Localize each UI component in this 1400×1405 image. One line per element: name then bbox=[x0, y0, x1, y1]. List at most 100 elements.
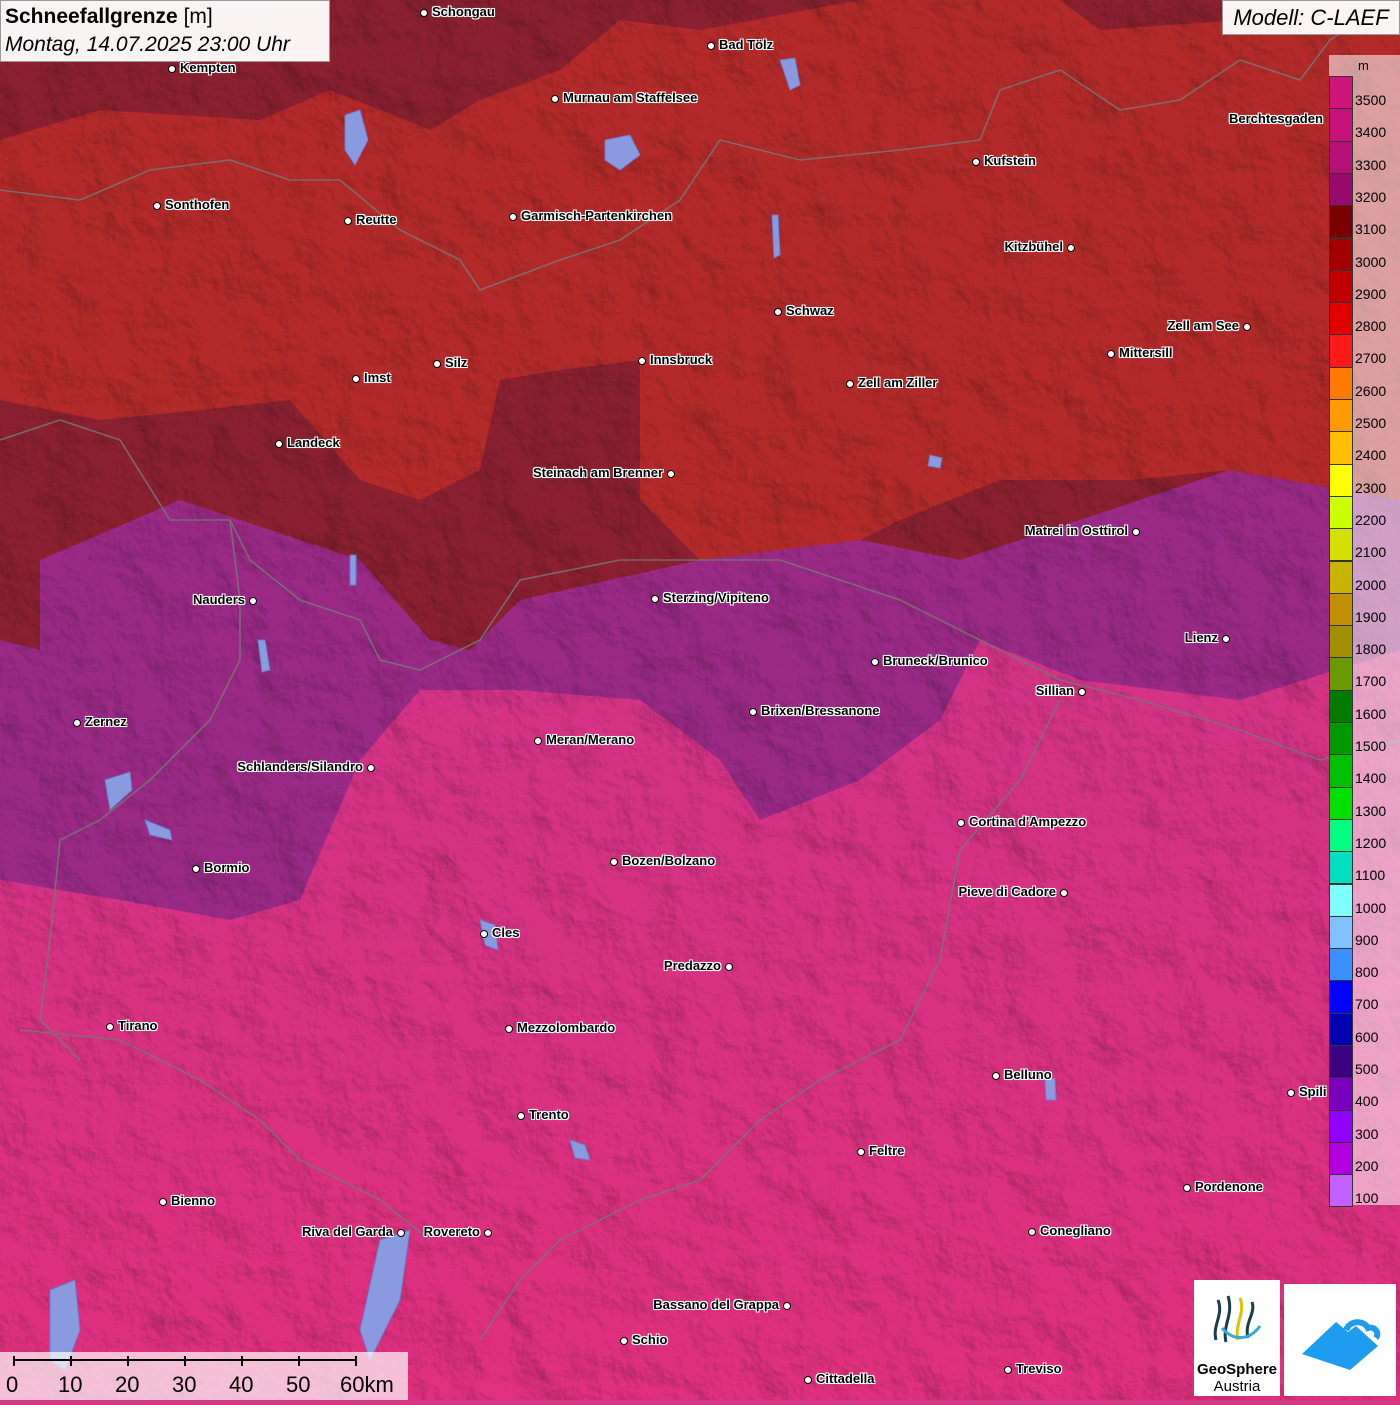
city-label-pordenone: Pordenone bbox=[1195, 1179, 1263, 1194]
legend-swatch-2800 bbox=[1329, 302, 1353, 336]
city-marker-trento bbox=[517, 1112, 525, 1120]
city-label-treviso: Treviso bbox=[1016, 1361, 1062, 1376]
geosphere-emblem-icon bbox=[1213, 1295, 1262, 1343]
city-label-landeck: Landeck bbox=[287, 435, 340, 450]
city-marker-murnau-am-staffelsee bbox=[551, 95, 559, 103]
city-label-meran-merano: Meran/Merano bbox=[546, 732, 635, 747]
city-marker-pordenone bbox=[1183, 1184, 1191, 1192]
legend-label-2000: 2000 bbox=[1355, 576, 1387, 593]
legend-label-1300: 1300 bbox=[1355, 802, 1387, 819]
city-marker-kitzb-hel bbox=[1067, 244, 1075, 252]
model-label: Modell: C-LAEF bbox=[1222, 0, 1400, 35]
legend-swatch-800 bbox=[1329, 948, 1353, 982]
city-label-zell-am-see: Zell am See bbox=[1167, 318, 1239, 333]
legend-swatch-2100 bbox=[1329, 528, 1353, 562]
legend-swatch-2500 bbox=[1329, 399, 1353, 433]
city-marker-zernez bbox=[73, 719, 81, 727]
city-marker-steinach-am-brenner bbox=[667, 470, 675, 478]
city-marker-riva-del-garda bbox=[397, 1229, 405, 1237]
legend-label-900: 900 bbox=[1355, 931, 1379, 948]
city-label-cles: Cles bbox=[492, 925, 520, 940]
city-label-kufstein: Kufstein bbox=[984, 153, 1036, 168]
legend-swatch-3000 bbox=[1329, 237, 1353, 271]
city-marker-rovereto bbox=[484, 1229, 492, 1237]
city-marker-kempten bbox=[168, 65, 176, 73]
city-marker-nauders bbox=[249, 597, 257, 605]
city-label-schwaz: Schwaz bbox=[786, 303, 834, 318]
city-label-bozen-bolzano: Bozen/Bolzano bbox=[622, 853, 716, 868]
scale-label-0: 0 bbox=[6, 1372, 19, 1397]
city-marker-garmisch-partenkirchen bbox=[509, 213, 517, 221]
city-label-bassano-del-grappa: Bassano del Grappa bbox=[653, 1297, 779, 1312]
city-marker-bad-t-lz bbox=[707, 42, 715, 50]
legend-label-3300: 3300 bbox=[1355, 156, 1387, 173]
legend-swatch-2600 bbox=[1329, 366, 1353, 400]
city-marker-brixen-bressanone bbox=[749, 708, 757, 716]
city-label-lienz: Lienz bbox=[1184, 630, 1218, 645]
scale-label-30: 30 bbox=[172, 1372, 197, 1397]
city-label-steinach-am-brenner: Steinach am Brenner bbox=[532, 465, 663, 480]
city-marker-mittersill bbox=[1107, 350, 1115, 358]
legend-label-1500: 1500 bbox=[1355, 738, 1387, 754]
city-marker-zell-am-ziller bbox=[846, 380, 854, 388]
city-marker-conegliano bbox=[1028, 1228, 1036, 1236]
app-logo[interactable] bbox=[1284, 1284, 1396, 1396]
city-label-silz: Silz bbox=[445, 355, 468, 370]
legend-label-2200: 2200 bbox=[1355, 511, 1387, 528]
legend-label-2900: 2900 bbox=[1355, 285, 1387, 302]
legend-swatch-2300 bbox=[1329, 463, 1353, 497]
city-label-feltre: Feltre bbox=[869, 1143, 905, 1158]
city-marker-sterzing-vipiteno bbox=[651, 595, 659, 603]
legend-swatch-3400 bbox=[1329, 108, 1353, 142]
city-label-bruneck-brunico: Bruneck/Brunico bbox=[883, 653, 988, 668]
scale-label-50: 50 bbox=[286, 1372, 311, 1397]
legend-label-3000: 3000 bbox=[1355, 253, 1387, 270]
city-marker-innsbruck bbox=[638, 357, 646, 365]
geosphere-logo[interactable]: GeoSphere Austria bbox=[1194, 1280, 1280, 1396]
city-label-conegliano: Conegliano bbox=[1040, 1223, 1111, 1238]
scale-label-60km: 60km bbox=[340, 1372, 394, 1397]
legend-label-1000: 1000 bbox=[1355, 899, 1387, 916]
city-marker-bruneck-brunico bbox=[871, 658, 879, 666]
legend-swatch-1900 bbox=[1329, 592, 1353, 627]
legend-swatch-1100 bbox=[1329, 851, 1353, 885]
city-label-mittersill: Mittersill bbox=[1119, 345, 1173, 360]
legend-label-3200: 3200 bbox=[1355, 188, 1387, 205]
scale-label-20: 20 bbox=[115, 1372, 140, 1397]
city-marker-zell-am-see bbox=[1243, 323, 1251, 331]
legend-label-300: 300 bbox=[1355, 1125, 1379, 1142]
city-label-tirano: Tirano bbox=[118, 1018, 158, 1033]
legend-swatch-100 bbox=[1329, 1174, 1353, 1208]
geosphere-name: GeoSphere bbox=[1196, 1361, 1278, 1378]
city-label-schlanders-silandro: Schlanders/Silandro bbox=[237, 759, 363, 774]
city-label-cortina-d-ampezzo: Cortina d'Ampezzo bbox=[969, 814, 1087, 829]
legend-label-1400: 1400 bbox=[1355, 770, 1387, 787]
city-label-trento: Trento bbox=[529, 1107, 569, 1122]
legend-label-600: 600 bbox=[1355, 1028, 1379, 1045]
city-marker-landeck bbox=[275, 440, 283, 448]
legend-swatch-1500 bbox=[1329, 722, 1353, 756]
legend-label-2100: 2100 bbox=[1355, 544, 1387, 561]
legend-swatch-600 bbox=[1329, 1012, 1353, 1046]
city-marker-silz bbox=[433, 360, 441, 368]
city-marker-treviso bbox=[1004, 1366, 1012, 1374]
city-marker-sonthofen bbox=[153, 202, 161, 210]
legend-label-500: 500 bbox=[1355, 1061, 1379, 1077]
legend-swatch-2900 bbox=[1329, 269, 1353, 304]
legend-label-1900: 1900 bbox=[1355, 608, 1387, 625]
legend-label-1100: 1100 bbox=[1355, 867, 1386, 884]
legend-swatch-500 bbox=[1329, 1045, 1353, 1079]
legend-label-2600: 2600 bbox=[1355, 382, 1387, 399]
city-label-garmisch-partenkirchen: Garmisch-Partenkirchen bbox=[521, 208, 673, 223]
city-label-rovereto: Rovereto bbox=[423, 1224, 480, 1239]
legend-swatch-900 bbox=[1329, 915, 1353, 950]
city-label-schongau: Schongau bbox=[432, 4, 495, 19]
city-label-spili: Spili bbox=[1299, 1084, 1327, 1099]
legend-swatch-200 bbox=[1329, 1141, 1353, 1176]
legend-label-3400: 3400 bbox=[1355, 124, 1387, 141]
city-label-kempten: Kempten bbox=[180, 60, 236, 75]
scale-label-40: 40 bbox=[229, 1372, 254, 1397]
city-label-imst: Imst bbox=[364, 370, 391, 385]
city-label-schio: Schio bbox=[632, 1332, 668, 1347]
legend-label-200: 200 bbox=[1355, 1157, 1379, 1174]
